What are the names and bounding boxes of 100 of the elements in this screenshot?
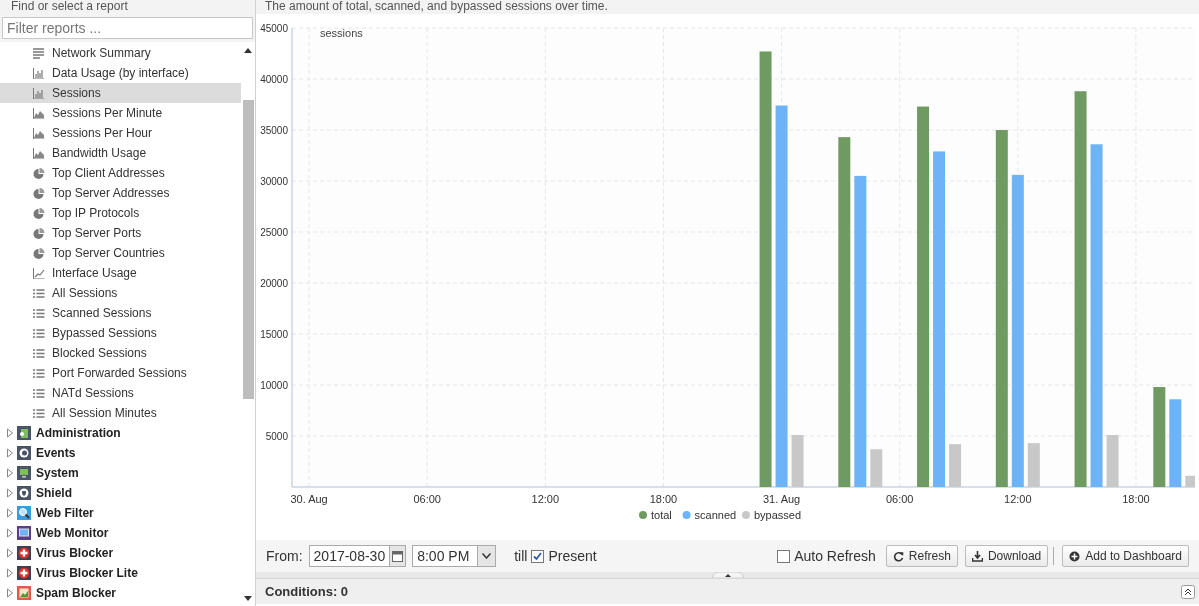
category-item[interactable]: Web Monitor [36,524,109,542]
refresh-button[interactable]: Refresh [885,545,958,567]
scroll-down-icon[interactable] [244,596,252,601]
report-item[interactable]: Data Usage (by interface) [0,63,241,83]
report-label: Top Client Addresses [52,165,165,182]
scroll-up-icon[interactable] [244,48,252,53]
report-label: Sessions Per Hour [52,125,153,142]
report-item[interactable]: Bypassed Sessions [0,323,241,343]
area-icon [33,147,45,159]
x-tick-label: 06:00 [885,493,914,505]
expand-arrow-icon[interactable] [6,548,15,558]
report-label: All Session Minutes [52,405,157,422]
system-app-icon [17,466,31,480]
report-item[interactable]: All Sessions [0,283,241,303]
y-tick-label: 35000 [260,125,288,136]
expand-arrow-icon[interactable] [6,528,15,538]
collapse-handle-icon[interactable] [711,572,744,578]
category-item[interactable]: System [36,464,79,482]
area-icon [33,127,45,139]
add-icon [1069,550,1081,562]
webmonitor-app-icon [17,526,31,540]
report-item[interactable]: Network Summary [0,43,241,63]
report-label: Bypassed Sessions [52,325,157,342]
report-item[interactable]: Top IP Protocols [0,203,241,223]
bar [1185,475,1195,487]
report-item[interactable]: Top Client Addresses [0,163,241,183]
expand-arrow-icon[interactable] [6,568,15,578]
expand-arrow-icon[interactable] [6,508,15,518]
download-button[interactable]: Download [964,545,1049,567]
expand-arrow-icon[interactable] [6,468,15,478]
report-item[interactable]: Sessions Per Minute [0,103,241,123]
report-item[interactable]: Interface Usage [0,263,241,283]
category-item[interactable]: Spam Blocker [36,584,117,602]
events-app-icon [17,446,31,460]
report-label: Top Server Ports [52,225,142,242]
conditions-bar[interactable]: Conditions: 0 [256,578,1199,604]
text-icon [33,47,45,59]
filter-field[interactable]: Filter reports ... [2,17,253,39]
expand-arrow-icon[interactable] [6,448,15,458]
list-icon [33,287,45,299]
x-tick-label: 30. Aug [290,493,328,505]
pie-icon [33,187,45,199]
report-label: Network Summary [52,45,151,62]
report-label: Sessions Per Minute [52,105,163,122]
report-item[interactable]: NATd Sessions [0,383,241,403]
category-item[interactable]: Events [36,444,76,462]
dropdown-caret-icon[interactable] [482,553,492,559]
report-label: Sessions [52,85,101,102]
scrollbar-thumb[interactable] [242,100,254,399]
report-label: Interface Usage [52,265,137,282]
legend-label[interactable]: total [651,509,672,521]
category-item[interactable]: Web Filter [36,504,94,522]
auto-refresh-label: Auto Refresh [794,546,876,566]
pie-icon [33,227,45,239]
report-item[interactable]: Top Server Ports [0,223,241,243]
list-icon [33,387,45,399]
x-tick-label: 12:00 [1004,493,1032,505]
list-icon [33,407,45,419]
report-item[interactable]: Bandwidth Usage [0,143,241,163]
report-item[interactable]: Sessions Per Hour [0,123,241,143]
report-description: The amount of total, scanned, and bypassed sessions over time. [256,0,1199,14]
expand-arrow-icon[interactable] [6,488,15,498]
checkbox[interactable] [531,549,545,563]
pie-icon [33,247,45,259]
legend-label[interactable]: bypassed [754,509,802,521]
category-item[interactable]: Administration [36,424,121,442]
y-axis-title: sessions [320,27,363,39]
virus-app-icon [17,566,31,580]
expand-arrow-icon[interactable] [6,588,15,598]
report-item[interactable]: Scanned Sessions [0,303,241,323]
report-item[interactable]: All Session Minutes [0,403,241,423]
legend-label[interactable]: scanned [694,509,737,521]
x-tick-label: 12:00 [531,493,560,505]
category-item[interactable]: Virus Blocker [36,544,114,562]
time-field[interactable]: 8:00 PM [412,545,497,567]
report-label: Top Server Addresses [52,185,170,202]
add-button[interactable]: Add to Dashboard [1062,545,1189,567]
report-label: Top IP Protocols [52,205,140,222]
bar [949,444,962,487]
y-tick-label: 45000 [260,23,288,34]
category-item[interactable]: Shield [36,484,72,502]
pie-icon [33,207,45,219]
list-icon [33,307,45,319]
report-item[interactable]: Sessions [0,83,241,103]
calendar-icon[interactable] [392,550,404,562]
report-item[interactable]: Port Forwarded Sessions [0,363,241,383]
x-tick-label: 31. Aug [762,493,801,505]
bar-icon [33,87,45,99]
checkbox[interactable] [777,549,791,563]
report-item[interactable]: Top Server Addresses [0,183,241,203]
report-item[interactable]: Top Server Countries [0,243,241,263]
till-label: till [514,546,528,566]
date-field[interactable]: 2017-08-30 [308,545,407,567]
category-item[interactable]: Virus Blocker Lite [36,564,138,582]
bar [870,449,883,487]
expand-arrow-icon[interactable] [6,428,15,438]
expand-icon[interactable] [1181,584,1195,599]
report-item[interactable]: Blocked Sessions [0,343,241,363]
report-label: Scanned Sessions [52,305,152,322]
y-tick-label: 30000 [260,176,288,187]
